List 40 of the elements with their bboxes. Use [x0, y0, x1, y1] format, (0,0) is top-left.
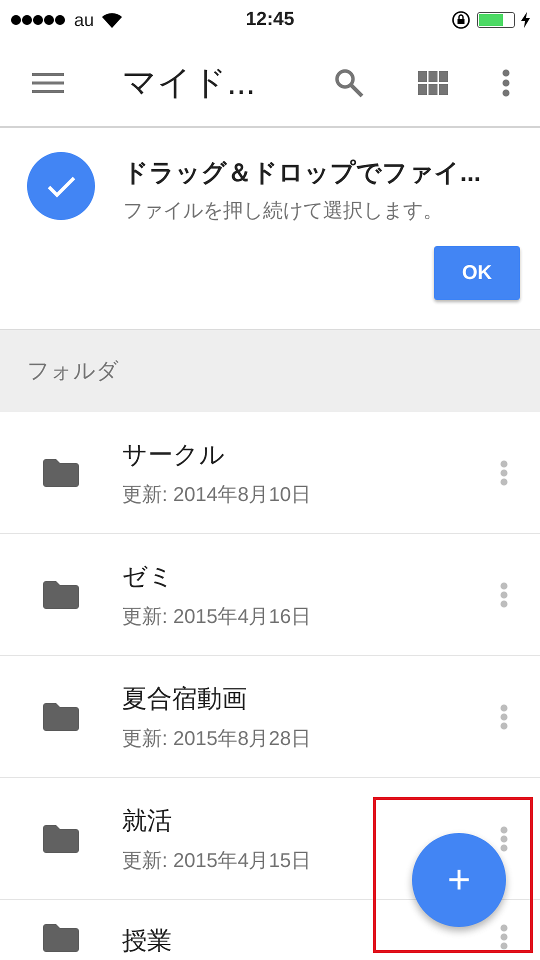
add-button[interactable]: + — [412, 833, 506, 927]
more-icon[interactable] — [500, 826, 508, 852]
ok-button[interactable]: OK — [434, 246, 520, 300]
charging-icon — [520, 12, 530, 28]
folder-icon — [43, 458, 79, 486]
folder-date: 更新: 2015年4月15日 — [122, 848, 312, 874]
folder-name: 夏合宿動画 — [122, 684, 248, 714]
search-icon[interactable] — [334, 68, 364, 98]
battery-icon — [476, 12, 515, 28]
more-icon[interactable] — [500, 460, 508, 486]
folder-icon — [43, 580, 79, 608]
folder-name: 就活 — [122, 806, 173, 836]
more-icon[interactable] — [500, 704, 508, 730]
folder-date: 更新: 2014年8月10日 — [122, 482, 312, 508]
folder-icon — [43, 824, 79, 852]
banner-subtitle: ファイルを押し続けて選択します。 — [123, 199, 444, 224]
wifi-icon — [102, 12, 122, 28]
more-icon[interactable] — [500, 582, 508, 608]
more-icon[interactable] — [500, 924, 508, 950]
folder-name: ゼミ — [122, 562, 175, 592]
section-label: フォルダ — [27, 357, 119, 385]
more-icon[interactable] — [502, 69, 510, 97]
folder-date: 更新: 2015年8月28日 — [122, 726, 312, 752]
folder-row[interactable]: 夏合宿動画 更新: 2015年8月28日 — [0, 656, 540, 778]
header-title: マイド... — [122, 63, 256, 104]
folder-icon — [43, 702, 79, 730]
grid-view-icon[interactable] — [418, 71, 448, 95]
folder-date: 更新: 2015年4月16日 — [122, 604, 312, 630]
carrier: au — [74, 10, 94, 30]
banner-title: ドラッグ＆ドロップでファイ... — [123, 158, 481, 189]
folder-row[interactable]: ゼミ 更新: 2015年4月16日 — [0, 534, 540, 656]
rotation-lock-icon — [450, 10, 471, 30]
check-icon — [27, 152, 95, 220]
folder-name: サークル — [122, 440, 226, 470]
folder-row[interactable]: サークル 更新: 2014年8月10日 — [0, 412, 540, 534]
signal-icon — [10, 14, 66, 26]
clock: 12:45 — [246, 9, 294, 31]
folder-icon — [43, 924, 79, 952]
menu-icon[interactable] — [32, 72, 64, 94]
folder-name: 授業 — [122, 926, 173, 957]
